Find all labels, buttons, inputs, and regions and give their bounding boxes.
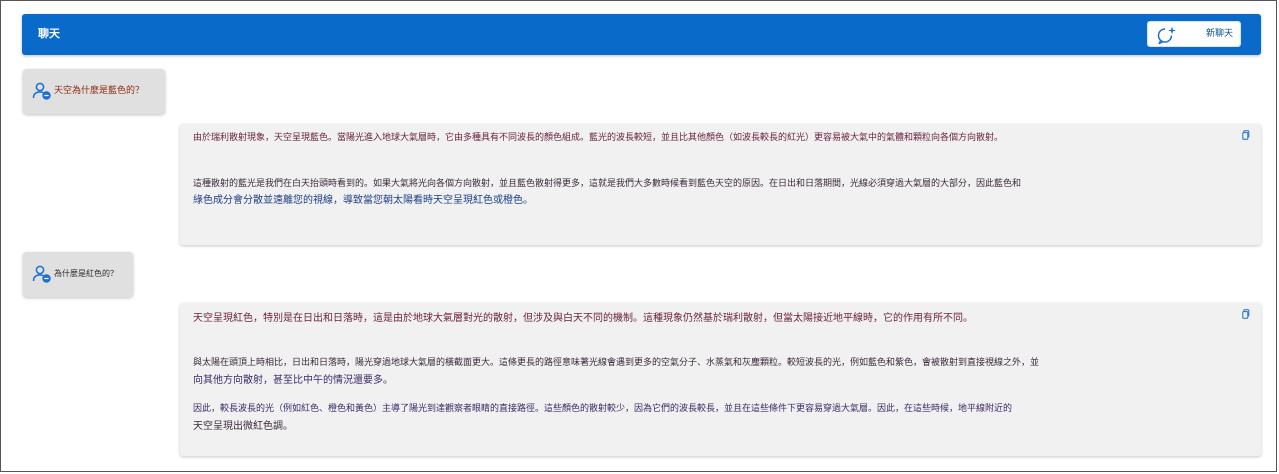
new-chat-label: 新聊天 bbox=[1205, 29, 1233, 39]
user-message: 天空為什麼是藍色的？ bbox=[23, 69, 165, 114]
chat-window: 聊天 新聊天 天空為什麼是藍色的？ 由於瑞利散射現象，天空呈現藍色。當陽光進入地… bbox=[0, 0, 1277, 472]
copy-icon[interactable] bbox=[1242, 309, 1250, 319]
assistant-paragraph: 天空呈現出微紅色調。 bbox=[193, 421, 293, 432]
assistant-paragraph: 因此，較長波長的光（例如紅色、橙色和黃色）主導了陽光到達觀察者眼睛的直接路徑。這… bbox=[193, 404, 1013, 414]
new-chat-icon bbox=[1157, 26, 1176, 45]
assistant-paragraph: 與太陽在頭頂上時相比，日出和日落時，陽光穿過地球大氣層的橫截面更大。這條更長的路… bbox=[193, 358, 1040, 368]
copy-icon[interactable] bbox=[1242, 130, 1250, 140]
page-title: 聊天 bbox=[38, 27, 60, 40]
assistant-message: 由於瑞利散射現象，天空呈現藍色。當陽光進入地球大氣層時，它由多種具有不同波長的顏… bbox=[180, 124, 1261, 245]
assistant-paragraph: 綠色成分會分散並遠離您的視線，導致當您朝太陽看時天空呈現紅色或橙色。 bbox=[193, 195, 533, 206]
assistant-paragraph: 向其他方向散射，甚至比中午的情況還要多。 bbox=[193, 375, 393, 386]
new-chat-button[interactable]: 新聊天 bbox=[1147, 21, 1241, 47]
assistant-message: 天空呈現紅色，特別是在日出和日落時，這是由於地球大氣層對光的散射，但涉及與白天不… bbox=[180, 303, 1261, 456]
assistant-paragraph: 這種散射的藍光是我們在白天抬頭時看到的。如果大氣將光向各個方向散射，並且藍色散射… bbox=[193, 179, 1022, 189]
chat-header: 聊天 新聊天 bbox=[22, 14, 1261, 55]
assistant-paragraph: 由於瑞利散射現象，天空呈現藍色。當陽光進入地球大氣層時，它由多種具有不同波長的顏… bbox=[193, 133, 1004, 143]
user-message-text: 為什麼是紅色的？ bbox=[54, 269, 118, 278]
user-icon bbox=[32, 265, 51, 283]
user-message: 為什麼是紅色的？ bbox=[23, 252, 133, 297]
user-message-text: 天空為什麼是藍色的？ bbox=[54, 86, 145, 96]
assistant-paragraph: 天空呈現紅色，特別是在日出和日落時，這是由於地球大氣層對光的散射，但涉及與白天不… bbox=[193, 313, 973, 324]
user-icon bbox=[32, 82, 51, 100]
